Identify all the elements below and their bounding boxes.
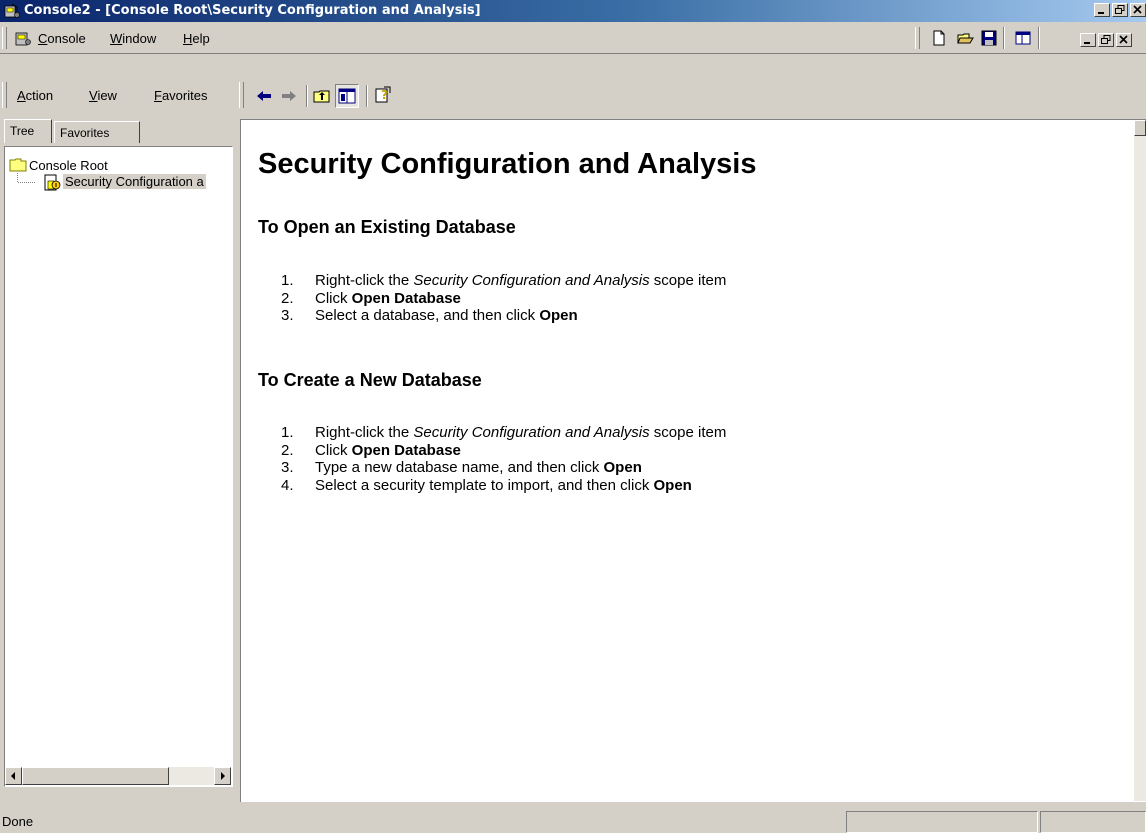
step-number: 3.: [281, 307, 294, 324]
toolbar-grip-right[interactable]: [915, 27, 920, 49]
new-file-icon[interactable]: [930, 29, 948, 47]
child-restore-button[interactable]: [1098, 33, 1114, 47]
steps-open-list: 1. Right-click the Security Configuration…: [261, 272, 726, 325]
svg-text:?: ?: [381, 88, 388, 102]
minimize-icon: [1098, 12, 1104, 14]
step-item: 4. Select a security template to import, …: [261, 477, 726, 495]
minimize-button[interactable]: [1094, 3, 1110, 17]
status-panel-2: [846, 811, 1038, 833]
restore-button[interactable]: [1112, 3, 1128, 17]
step-text: Right-click the: [315, 424, 414, 441]
step-text: scope item: [649, 424, 727, 441]
show-hide-tree-button[interactable]: [335, 84, 359, 108]
step-item: 2. Click Open Database: [261, 442, 726, 460]
step-item: 3. Select a database, and then click Open: [261, 307, 726, 325]
step-text: Open: [603, 459, 642, 476]
forward-arrow-icon[interactable]: [280, 87, 298, 105]
status-panel-3: [1040, 811, 1146, 833]
scroll-up-button[interactable]: [1134, 120, 1146, 136]
result-pane[interactable]: Security Configuration and Analysis To O…: [240, 119, 1146, 802]
step-number: 1.: [281, 272, 294, 289]
left-arrow-icon: [11, 772, 15, 780]
step-text: Security Configuration and Analysis: [413, 272, 650, 289]
step-text: Open Database: [351, 289, 461, 307]
action-toolbar: Action View Favorites ?: [0, 76, 1146, 114]
scroll-right-button[interactable]: [214, 767, 231, 785]
step-number: 2.: [281, 441, 294, 459]
step-text: Select a database, and then click: [315, 307, 540, 324]
save-icon[interactable]: [980, 29, 998, 47]
step-text: Security Configuration and Analysis: [413, 424, 650, 441]
child-minimize-button[interactable]: [1080, 33, 1096, 47]
close-icon: [1119, 35, 1128, 44]
back-arrow-icon[interactable]: [255, 87, 273, 105]
status-label: Done: [2, 814, 34, 829]
right-arrow-icon: [221, 772, 225, 780]
scroll-left-button[interactable]: [5, 767, 22, 785]
menu-window[interactable]: Window: [110, 31, 156, 46]
restore-icon: [1115, 5, 1125, 14]
tree-horizontal-scrollbar[interactable]: [5, 767, 231, 785]
child-close-button[interactable]: [1116, 33, 1132, 47]
mmc-app-icon: [4, 3, 20, 18]
content-vertical-scrollbar[interactable]: [1134, 120, 1146, 801]
step-text: Click: [315, 441, 352, 459]
step-number: 4.: [281, 476, 294, 494]
help-icon[interactable]: ?: [374, 86, 392, 104]
section-title-create: To Create a New Database: [258, 370, 482, 390]
menu-console[interactable]: Console: [38, 31, 86, 46]
tree-toggle-icon: [338, 88, 356, 104]
main-menu-bar: Console Window Help: [0, 23, 1146, 54]
step-number: 1.: [281, 424, 294, 441]
section-title-open: To Open an Existing Database: [258, 217, 516, 237]
properties-icon[interactable]: [1014, 29, 1032, 47]
tab-tree[interactable]: Tree: [4, 119, 52, 143]
scroll-thumb[interactable]: [22, 767, 169, 785]
step-text: Right-click the: [315, 272, 414, 289]
toolbar-grip[interactable]: [2, 82, 7, 108]
status-bar: Done: [0, 809, 1146, 833]
step-text: Click: [315, 289, 352, 307]
window-title: Console2 - [Console Root\Security Config…: [24, 3, 481, 18]
step-text: Open: [653, 476, 692, 494]
step-item: 1. Right-click the Security Configuration…: [261, 272, 726, 290]
step-item: 2. Click Open Database: [261, 290, 726, 308]
steps-create-list: 1. Right-click the Security Configuration…: [261, 424, 726, 494]
tab-favorites[interactable]: Favorites: [54, 121, 140, 143]
tab-tree-label: Tree: [10, 124, 35, 138]
page-title: Security Configuration and Analysis: [258, 148, 757, 180]
step-item: 3. Type a new database name, and then cli…: [261, 459, 726, 477]
up-one-level-icon[interactable]: [313, 87, 331, 105]
tree-connector: [17, 173, 35, 183]
console-icon: [15, 32, 31, 46]
step-number: 3.: [281, 459, 294, 476]
security-snapin-icon: [44, 174, 61, 191]
tree-pane[interactable]: Console Root Security Configuration a: [4, 146, 233, 787]
step-text: Select a security template to import, an…: [315, 476, 654, 494]
menu-action[interactable]: Action: [17, 88, 53, 103]
open-folder-icon[interactable]: [957, 29, 975, 47]
step-text: Open Database: [351, 441, 461, 459]
status-text: Done: [0, 811, 846, 833]
step-text: scope item: [649, 272, 727, 289]
step-text: Type a new database name, and then click: [315, 459, 604, 476]
toolbar-grip[interactable]: [239, 82, 244, 108]
minimize-icon: [1084, 42, 1090, 44]
title-bar[interactable]: Console2 - [Console Root\Security Config…: [0, 0, 1146, 22]
toolbar-grip[interactable]: [2, 27, 7, 49]
tab-favorites-label: Favorites: [60, 126, 110, 140]
step-text: Open: [539, 307, 578, 324]
step-number: 2.: [281, 289, 294, 307]
step-item: 1. Right-click the Security Configuration…: [261, 424, 726, 442]
close-button[interactable]: [1130, 3, 1146, 17]
menu-help[interactable]: Help: [183, 31, 210, 46]
restore-icon: [1101, 35, 1111, 44]
folder-icon: [9, 158, 27, 172]
menu-view[interactable]: View: [89, 88, 117, 103]
close-icon: [1133, 5, 1142, 14]
tree-item-security-config[interactable]: Security Configuration a: [63, 174, 206, 189]
menu-favorites[interactable]: Favorites: [154, 88, 207, 103]
tree-item-console-root[interactable]: Console Root: [29, 158, 108, 173]
